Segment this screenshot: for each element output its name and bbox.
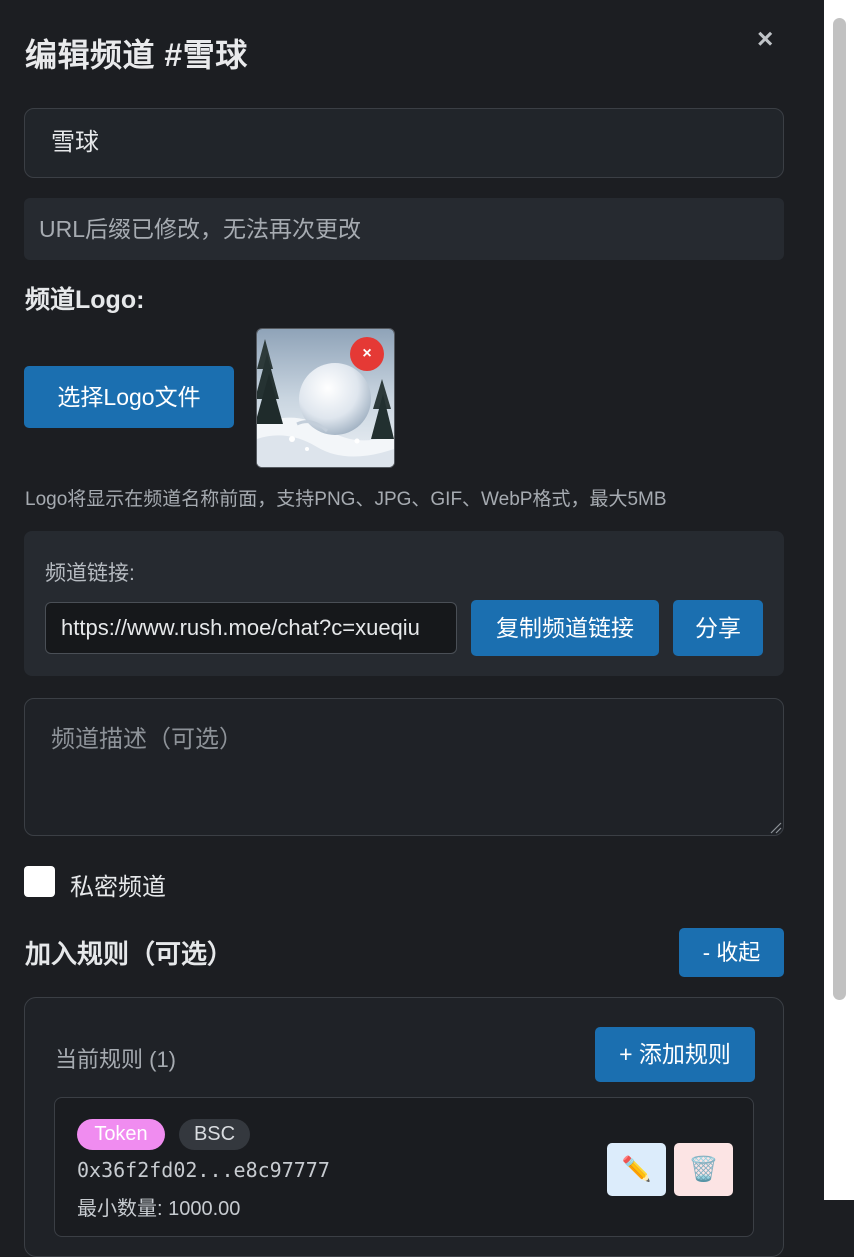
channel-link-label: 频道链接: — [45, 562, 135, 585]
dialog-title: 编辑频道 #雪球 — [25, 37, 248, 73]
min-amount-text: 最小数量: 1000.00 — [77, 1198, 241, 1220]
pencil-icon: ✏️ — [621, 1156, 652, 1183]
token-address: 0x36f2fd02...e8c97777 — [77, 1158, 330, 1182]
channel-description-textarea[interactable]: 频道描述（可选） — [24, 698, 784, 836]
logo-label: 频道Logo: — [25, 286, 145, 314]
token-type-badge: Token — [77, 1119, 165, 1150]
close-icon[interactable]: × — [757, 24, 773, 54]
choose-logo-button[interactable]: 选择Logo文件 — [24, 366, 234, 428]
scrollbar-thumb[interactable] — [833, 18, 846, 1000]
collapse-rules-button[interactable]: - 收起 — [679, 928, 784, 977]
private-channel-label: 私密频道 — [70, 874, 166, 901]
add-rule-button[interactable]: + 添加规则 — [595, 1027, 755, 1082]
description-placeholder: 频道描述（可选） — [51, 726, 243, 753]
edit-channel-dialog: 编辑频道 #雪球 × 雪球 URL后缀已修改，无法再次更改 频道Logo: 选择… — [0, 0, 824, 1257]
channel-name-input[interactable]: 雪球 — [24, 108, 784, 178]
copy-channel-link-button[interactable]: 复制频道链接 — [471, 600, 659, 656]
edit-rule-button[interactable]: ✏️ — [607, 1143, 666, 1196]
remove-logo-icon[interactable]: × — [350, 337, 384, 371]
logo-format-hint: Logo将显示在频道名称前面，支持PNG、JPG、GIF、WebP格式，最大5M… — [25, 489, 667, 510]
join-rules-title: 加入规则（可选） — [25, 939, 234, 969]
chain-badge: BSC — [179, 1119, 250, 1150]
private-channel-checkbox[interactable] — [24, 866, 55, 897]
trash-icon: 🗑️ — [688, 1156, 719, 1183]
current-rules-label: 当前规则 (1) — [55, 1047, 177, 1072]
url-suffix-note: URL后缀已修改，无法再次更改 — [24, 198, 784, 260]
delete-rule-button[interactable]: 🗑️ — [674, 1143, 733, 1196]
channel-link-input[interactable]: https://www.rush.moe/chat?c=xueqiu — [45, 602, 457, 654]
resize-grip-icon[interactable] — [768, 820, 782, 834]
share-button[interactable]: 分享 — [673, 600, 763, 656]
